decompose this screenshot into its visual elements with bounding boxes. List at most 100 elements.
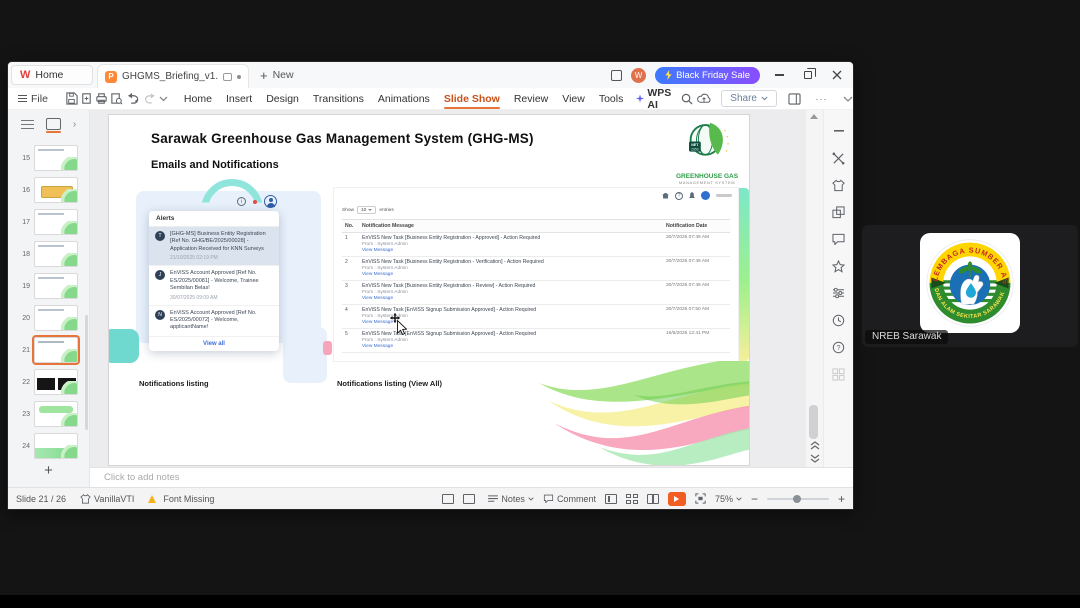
slide-thumbnail[interactable]: 22: [8, 368, 89, 396]
collapse-sidebar-icon[interactable]: [832, 124, 846, 138]
print-preview-button[interactable]: [110, 90, 123, 107]
panel-scrollbar[interactable]: [85, 315, 88, 430]
slide-timer-icon[interactable]: [442, 493, 455, 504]
caret-down-icon: [761, 96, 768, 101]
favorites-star-icon[interactable]: [832, 259, 846, 273]
slides-view-icon[interactable]: [45, 118, 61, 133]
font-missing-warning[interactable]: Font Missing: [148, 494, 214, 504]
zoom-out-button[interactable]: −: [751, 492, 758, 506]
settings-sliders-icon[interactable]: [832, 286, 846, 300]
slide-thumbnail[interactable]: 21: [8, 335, 89, 365]
view-message-link[interactable]: View Message: [362, 320, 666, 325]
slide-21[interactable]: Sarawak Greenhouse Gas Management System…: [108, 114, 750, 466]
slide-thumbnail[interactable]: 24: [8, 432, 89, 460]
design-theme-icon[interactable]: [832, 178, 846, 192]
slide-thumbnail-image[interactable]: [34, 209, 78, 235]
undo-button[interactable]: [125, 90, 141, 107]
notes-area[interactable]: Click to add notes: [90, 467, 853, 487]
zoom-slider[interactable]: [766, 494, 829, 503]
new-tab-button[interactable]: + New: [260, 66, 294, 84]
wps-ai-button[interactable]: WPS AI: [630, 87, 680, 111]
ribbon-menu-item[interactable]: Insert: [219, 90, 259, 108]
previous-slide-button[interactable]: [810, 441, 820, 450]
ribbon-menu-item[interactable]: Review: [507, 90, 555, 108]
black-friday-sale-button[interactable]: Black Friday Sale: [655, 66, 760, 84]
ribbon-menu-item[interactable]: Slide Show: [437, 90, 507, 109]
device-switch-icon[interactable]: [611, 69, 623, 81]
document-tab[interactable]: P GHGMS_Briefing_v1.pptx: [97, 64, 249, 88]
toolbar-chevron-icon[interactable]: [159, 90, 168, 107]
search-icon[interactable]: [681, 90, 693, 107]
ribbon-menu-item[interactable]: Animations: [371, 90, 437, 108]
view-message-link[interactable]: View Message: [362, 344, 666, 349]
slide-thumbnail-image[interactable]: [34, 145, 78, 171]
slide-thumbnail[interactable]: 15: [8, 144, 89, 172]
view-message-link[interactable]: View Message: [362, 296, 666, 301]
redo-button[interactable]: [143, 90, 157, 107]
ribbon-menu-item[interactable]: Tools: [592, 90, 631, 108]
slide-thumbnail-image[interactable]: [34, 401, 78, 427]
notes-toggle-button[interactable]: Notes: [488, 494, 534, 504]
ribbon-menu-item[interactable]: View: [555, 90, 592, 108]
save-button[interactable]: [65, 90, 78, 107]
view-message-link[interactable]: View Message: [362, 248, 666, 253]
slide-thumbnail[interactable]: 17: [8, 208, 89, 236]
ribbon-menu-item[interactable]: Transitions: [306, 90, 371, 108]
fit-slide-icon[interactable]: [695, 493, 706, 504]
tools-icon[interactable]: [832, 151, 846, 165]
theme-button[interactable]: VanillaVTI: [80, 494, 134, 504]
close-button[interactable]: [827, 66, 847, 84]
more-options-icon[interactable]: ···: [813, 90, 830, 107]
slide-thumbnail-image[interactable]: [34, 433, 78, 459]
slide-thumbnail[interactable]: 16: [8, 176, 89, 204]
alert-item[interactable]: T [GHG-MS] Business Entity Registration …: [149, 227, 279, 267]
zoom-level[interactable]: 75%: [715, 494, 742, 504]
zoom-slider-knob[interactable]: [792, 494, 801, 503]
view-message-link[interactable]: View Message: [362, 272, 666, 277]
print-button[interactable]: [95, 90, 108, 107]
minimize-button[interactable]: [769, 66, 789, 84]
slide-thumbnail-image[interactable]: [34, 273, 78, 299]
comment-button[interactable]: Comment: [543, 494, 596, 504]
slide-thumbnail[interactable]: 19: [8, 272, 89, 300]
cell-no: 5: [345, 331, 348, 337]
slide-sorter-view-button[interactable]: [625, 493, 638, 504]
cloud-upload-icon[interactable]: [695, 90, 712, 107]
slide-thumbnail[interactable]: 23: [8, 400, 89, 428]
slideshow-play-button[interactable]: [667, 491, 686, 506]
ribbon-menu-item[interactable]: Home: [177, 90, 219, 108]
scrollbar-thumb[interactable]: [809, 405, 818, 439]
export-pdf-button[interactable]: [80, 90, 93, 107]
next-slide-button[interactable]: [810, 454, 820, 463]
account-avatar[interactable]: W: [631, 67, 647, 83]
task-pane-icon[interactable]: [786, 90, 803, 107]
file-menu-button[interactable]: File: [8, 93, 56, 105]
comment-panel-icon[interactable]: [832, 232, 846, 246]
slide-thumbnail[interactable]: 18: [8, 240, 89, 268]
history-clock-icon[interactable]: [832, 313, 846, 327]
home-tab[interactable]: W Home: [11, 65, 93, 85]
alert-item[interactable]: N EnViSS Account Approved [Ref No. ES/20…: [149, 306, 279, 337]
canvas-scrollbar[interactable]: [806, 110, 823, 467]
ribbon-menu-item[interactable]: Design: [259, 90, 306, 108]
slide-thumbnail-image[interactable]: [32, 335, 80, 365]
participant-video-tile[interactable]: LEMBAGA SUMBER ASLI DAN ALAM SEKITAR SAR…: [862, 225, 1078, 347]
restore-button[interactable]: [798, 66, 818, 84]
slide-thumbnail-image[interactable]: [34, 305, 78, 331]
collapse-ribbon-icon[interactable]: [840, 90, 857, 107]
reading-view-button[interactable]: [646, 493, 659, 504]
share-button[interactable]: Share: [721, 90, 777, 107]
normal-view-button[interactable]: [604, 493, 617, 504]
present-display-icon[interactable]: [463, 493, 476, 504]
add-slide-button[interactable]: +: [8, 462, 89, 479]
zoom-in-button[interactable]: +: [838, 492, 845, 506]
slide-thumbnail[interactable]: 20: [8, 304, 89, 332]
shapes-icon[interactable]: [832, 205, 846, 219]
slide-thumbnail-image[interactable]: [34, 177, 78, 203]
panel-expand-icon[interactable]: ›: [73, 119, 76, 130]
slide-thumbnail-image[interactable]: [34, 241, 78, 267]
alert-item[interactable]: J EnViSS Account Approved [Ref No. ES/20…: [149, 266, 279, 306]
outline-view-icon[interactable]: [20, 119, 34, 130]
help-icon[interactable]: ?: [832, 340, 846, 354]
slide-thumbnail-image[interactable]: [34, 369, 78, 395]
